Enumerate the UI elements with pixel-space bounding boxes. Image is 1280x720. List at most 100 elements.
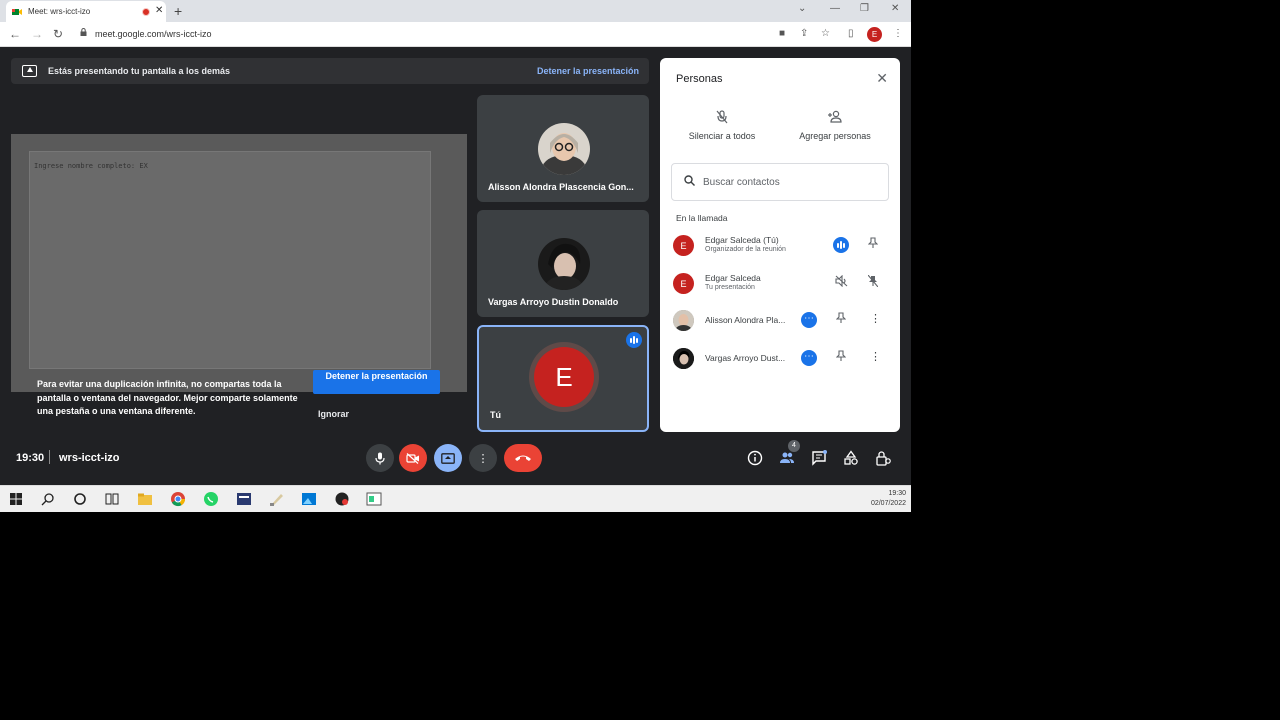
- share-icon[interactable]: ⇪: [800, 28, 808, 39]
- paint-icon[interactable]: [269, 491, 285, 507]
- new-tab-button[interactable]: +: [174, 3, 182, 19]
- clock-time: 19:30: [888, 490, 906, 497]
- participant-row[interactable]: Vargas Arroyo Dust... ⋯ ⋮: [672, 343, 894, 373]
- tab-search-icon[interactable]: ⌄: [798, 3, 806, 14]
- shared-window-preview: Ingrese nombre completo: EX: [29, 151, 431, 369]
- back-icon[interactable]: ←: [9, 27, 21, 41]
- stop-presenting-link[interactable]: Detener la presentación: [537, 66, 639, 76]
- participant-avatar: [538, 123, 590, 175]
- chat-icon[interactable]: [811, 450, 827, 466]
- participant-avatar: [673, 348, 694, 369]
- devcpp-icon[interactable]: [236, 491, 252, 507]
- leave-call-button[interactable]: [504, 444, 542, 472]
- participant-tile[interactable]: Alisson Alondra Plascencia Gon...: [477, 95, 649, 202]
- windows-taskbar: 19:30 02/07/2022: [0, 485, 911, 512]
- photos-icon[interactable]: [301, 491, 317, 507]
- browser-menu-icon[interactable]: ⋮: [893, 28, 903, 39]
- search-contacts-input[interactable]: Buscar contactos: [671, 163, 889, 201]
- present-now-button[interactable]: [434, 444, 462, 472]
- divider: [49, 450, 50, 464]
- cortana-icon[interactable]: [72, 491, 88, 507]
- close-panel-icon[interactable]: ✕: [876, 70, 888, 87]
- participant-avatar: [673, 310, 694, 331]
- participant-row[interactable]: E Edgar Salceda (Tú) Organizador de la r…: [672, 230, 894, 260]
- tab-close-icon[interactable]: ✕: [155, 5, 163, 16]
- self-tile[interactable]: E Tú: [477, 325, 649, 432]
- url-field[interactable]: meet.google.com/wrs-icct-izo: [95, 29, 212, 39]
- people-icon[interactable]: [779, 450, 795, 466]
- mic-off-icon: [686, 110, 758, 124]
- search-icon[interactable]: [40, 491, 56, 507]
- meeting-details-icon[interactable]: [747, 450, 763, 466]
- add-people-button[interactable]: Agregar personas: [794, 110, 876, 141]
- self-avatar: E: [534, 347, 594, 407]
- camera-off-button[interactable]: [399, 444, 427, 472]
- file-explorer-icon[interactable]: [137, 491, 153, 507]
- participant-menu-icon[interactable]: ⋮: [870, 312, 881, 325]
- host-controls-icon[interactable]: [875, 450, 891, 466]
- restore-button[interactable]: ❐: [860, 3, 869, 14]
- more-options-button[interactable]: ⋮: [469, 444, 497, 472]
- whatsapp-icon[interactable]: [203, 491, 219, 507]
- more-vert-icon: ⋮: [477, 452, 489, 465]
- participant-row[interactable]: Alisson Alondra Pla... ⋯ ⋮: [672, 305, 894, 335]
- speaking-indicator-icon: [833, 237, 849, 253]
- stop-presentation-button[interactable]: Detener la presentación: [313, 370, 440, 394]
- lock-icon: [80, 28, 87, 36]
- camera-icon[interactable]: ■: [779, 28, 785, 39]
- address-bar: ← → ↻ meet.google.com/wrs-icct-izo ■ ⇪ ☆…: [0, 22, 911, 47]
- phone-hangup-icon: [515, 455, 531, 461]
- in-call-heading: En la llamada: [676, 213, 728, 223]
- panel-title: Personas: [676, 73, 723, 85]
- task-view-icon[interactable]: [104, 491, 120, 507]
- windows-start-icon[interactable]: [8, 491, 24, 507]
- browser-tabbar: Meet: wrs-icct-izo ✕ + ⌄ — ❐ ✕: [0, 0, 911, 22]
- recorder-icon[interactable]: [334, 491, 350, 507]
- present-screen-icon: [22, 65, 37, 77]
- infinite-mirror-warning: Para evitar una duplicación infinita, no…: [37, 379, 298, 416]
- participant-role: Organizador de la reunión: [705, 246, 786, 253]
- shared-code-line: Ingrese nombre completo: EX: [34, 162, 148, 170]
- ignore-button[interactable]: Ignorar: [318, 409, 349, 419]
- chrome-icon[interactable]: [170, 491, 186, 507]
- pin-icon[interactable]: [835, 350, 847, 365]
- participant-name: Vargas Arroyo Dustin Donaldo: [488, 297, 619, 307]
- volume-off-icon[interactable]: [835, 274, 848, 290]
- participant-name: Alisson Alondra Plascencia Gon...: [488, 182, 634, 192]
- pin-off-icon[interactable]: [867, 274, 879, 290]
- pin-icon[interactable]: [835, 312, 847, 327]
- clock-date: 02/07/2022: [870, 500, 906, 507]
- people-panel: Personas ✕ Silenciar a todos Agregar per…: [660, 58, 900, 432]
- camera-off-icon: [406, 452, 419, 464]
- mute-all-button[interactable]: Silenciar a todos: [686, 110, 758, 141]
- microphone-icon: [375, 452, 385, 464]
- microphone-button[interactable]: [366, 444, 394, 472]
- participant-tile[interactable]: Vargas Arroyo Dustin Donaldo: [477, 210, 649, 317]
- profile-avatar[interactable]: E: [867, 27, 882, 42]
- system-clock[interactable]: 19:30 02/07/2022: [871, 489, 906, 509]
- tab-title: Meet: wrs-icct-izo: [28, 7, 91, 16]
- meeting-time: 19:30: [16, 452, 45, 464]
- more-options-badge-icon: ⋯: [801, 312, 817, 328]
- mute-all-label: Silenciar a todos: [688, 131, 756, 141]
- more-options-badge-icon: ⋯: [801, 350, 817, 366]
- window-close-button[interactable]: ✕: [891, 3, 899, 14]
- present-screen-icon: [441, 452, 455, 464]
- bookmark-star-icon[interactable]: ☆: [821, 28, 830, 39]
- speaking-indicator-icon: [626, 332, 642, 348]
- minimize-button[interactable]: —: [830, 3, 840, 14]
- recording-indicator-icon: [142, 8, 150, 16]
- participant-menu-icon[interactable]: ⋮: [870, 350, 881, 363]
- activities-icon[interactable]: [843, 450, 859, 466]
- pin-icon[interactable]: [867, 237, 879, 252]
- participant-avatar: [538, 238, 590, 290]
- meet-favicon-icon: [12, 7, 22, 17]
- search-placeholder: Buscar contactos: [703, 177, 780, 188]
- console-window-icon[interactable]: [366, 491, 382, 507]
- browser-tab[interactable]: Meet: wrs-icct-izo ✕: [6, 1, 166, 22]
- forward-icon[interactable]: →: [31, 27, 43, 41]
- participant-role: Tu presentación: [705, 284, 755, 291]
- reload-icon[interactable]: ↻: [53, 27, 63, 41]
- side-panel-icon[interactable]: ▯: [848, 28, 854, 39]
- participant-row[interactable]: E Edgar Salceda Tu presentación: [672, 268, 894, 298]
